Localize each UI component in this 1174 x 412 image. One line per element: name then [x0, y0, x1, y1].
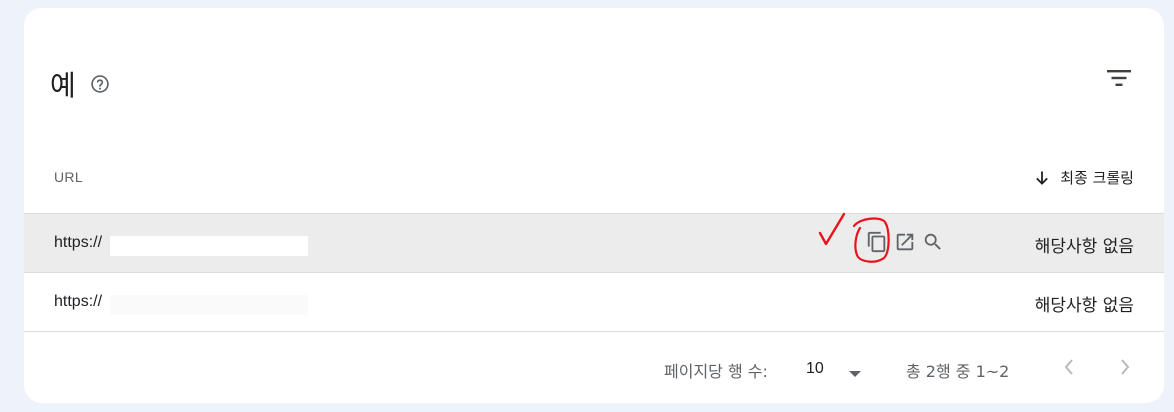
rows-per-page-select[interactable]: 10	[806, 356, 866, 382]
column-header-last-crawl[interactable]: 최종 크롤링	[1034, 167, 1134, 188]
table-row[interactable]: https:// 해당사항 없음	[24, 213, 1164, 272]
inspection-card: 예 URL 최종 크롤링 https:// 해당사항 없음 https:// 해…	[24, 8, 1164, 403]
arrow-down-icon	[1034, 170, 1050, 186]
help-circle-icon[interactable]	[90, 74, 110, 94]
redacted-url-path	[110, 236, 308, 256]
redacted-url-path	[110, 295, 308, 315]
filter-icon[interactable]	[1106, 68, 1132, 88]
chevron-right-icon[interactable]	[1112, 354, 1138, 380]
table-header: URL 최종 크롤링	[24, 158, 1164, 198]
open-in-new-icon[interactable]	[894, 231, 916, 253]
url-cell[interactable]: https://	[54, 293, 102, 311]
last-crawl-cell: 해당사항 없음	[1034, 296, 1134, 316]
card-title: 예	[50, 69, 76, 102]
red-annotation	[818, 212, 890, 263]
dropdown-arrow-icon	[848, 364, 862, 377]
rows-per-page-value: 10	[806, 360, 824, 377]
copy-icon[interactable]	[866, 231, 888, 253]
search-icon[interactable]	[922, 231, 944, 253]
column-header-last-crawl-label: 최종 크롤링	[1060, 169, 1134, 187]
row-actions	[866, 231, 950, 253]
column-header-url[interactable]: URL	[54, 169, 83, 185]
chevron-left-icon[interactable]	[1056, 354, 1082, 380]
pagination-bar: 페이지당 행 수: 10 총 2행 중 1~2	[24, 354, 1164, 384]
pagination-range: 총 2행 중 1~2	[906, 362, 1010, 381]
card-header: 예	[50, 64, 110, 104]
url-cell[interactable]: https://	[54, 234, 102, 252]
rows-per-page-label: 페이지당 행 수:	[664, 362, 768, 381]
last-crawl-cell: 해당사항 없음	[1034, 237, 1134, 257]
table-row[interactable]: https:// 해당사항 없음	[24, 272, 1164, 332]
